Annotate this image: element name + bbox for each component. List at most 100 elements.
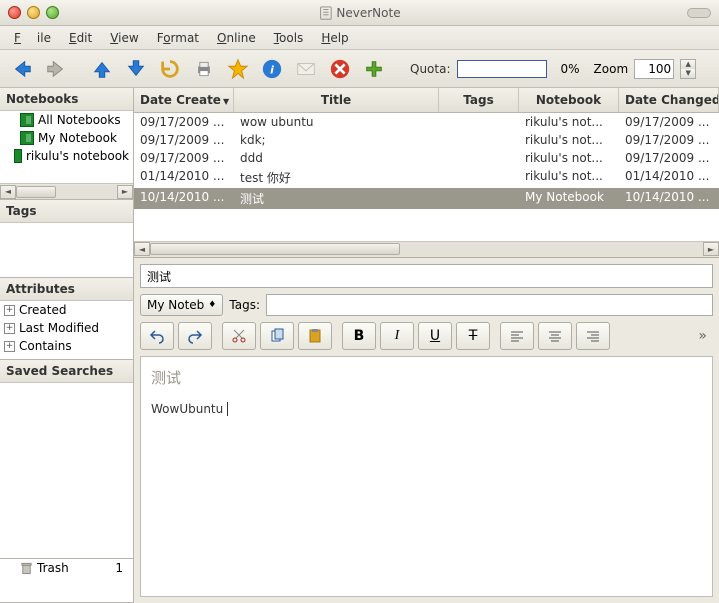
trash-body: Trash 1 [0,559,133,602]
add-button[interactable] [360,55,388,83]
tags-body [0,223,133,277]
copy-button[interactable] [260,322,294,350]
italic-button[interactable]: I [380,322,414,350]
col-date-created[interactable]: Date Create▼ [134,88,234,112]
menu-file[interactable]: File [6,28,59,48]
undo-button[interactable] [140,322,174,350]
sort-desc-icon: ▼ [223,97,229,106]
toolbar-overflow[interactable]: » [692,328,713,344]
bold-button[interactable]: B [342,322,376,350]
expand-icon[interactable]: + [4,305,15,316]
sync-button[interactable] [156,55,184,83]
redo-button[interactable] [178,322,212,350]
mail-button[interactable] [292,55,320,83]
align-center-button[interactable] [538,322,572,350]
tags-input[interactable] [266,294,713,316]
notebook-icon [20,131,34,145]
tree-item-my-notebook[interactable]: My Notebook [0,129,133,147]
editor-title-text: 测试 [151,367,702,388]
expand-icon[interactable]: + [4,323,15,334]
notebook-icon [14,149,22,163]
chevron-updown-icon: ♦ [208,300,216,310]
menu-help[interactable]: Help [313,28,356,48]
note-editor[interactable]: 测试 WowUbuntu [140,356,713,597]
svg-text:i: i [270,63,274,76]
info-button[interactable]: i [258,55,286,83]
window-title: NeverNote [318,6,400,20]
expand-icon[interactable]: + [4,341,15,352]
notes-table: Date Create▼ Title Tags Notebook Date Ch… [134,88,719,258]
tree-item-all-notebooks[interactable]: All Notebooks [0,111,133,129]
notebooks-header[interactable]: Notebooks [0,88,133,111]
quota-bar [457,60,547,78]
maximize-button[interactable] [46,6,59,19]
menu-edit[interactable]: Edit [61,28,100,48]
saved-searches-body [0,383,133,558]
main-toolbar: i Quota: 0% Zoom ▲▼ [0,50,719,88]
text-caret [223,402,228,416]
titlebar: NeverNote [0,0,719,26]
format-toolbar: B I U T » [140,322,713,350]
menu-format[interactable]: Format [149,28,207,48]
attributes-body: +Created +Last Modified +Contains [0,301,133,359]
app-icon [318,6,332,20]
up-button[interactable] [88,55,116,83]
forward-button[interactable] [42,55,70,83]
tags-header[interactable]: Tags [0,200,133,223]
attributes-header[interactable]: Attributes [0,278,133,301]
cut-button[interactable] [222,322,256,350]
down-button[interactable] [122,55,150,83]
minimize-button[interactable] [27,6,40,19]
zoom-label: Zoom [594,62,629,76]
notebooks-tree: All Notebooks My Notebook rikulu's noteb… [0,111,133,183]
saved-searches-header[interactable]: Saved Searches [0,360,133,383]
zoom-spinner[interactable]: ▲▼ [680,59,696,79]
paste-button[interactable] [298,322,332,350]
table-row[interactable]: 10/14/2010 ...测试My Notebook10/14/2010 ..… [134,188,719,209]
table-row[interactable]: 09/17/2009 ...kdk;rikulu's not...09/17/2… [134,131,719,149]
delete-button[interactable] [326,55,354,83]
col-date-changed[interactable]: Date Changed [619,88,719,112]
underline-button[interactable]: U [418,322,452,350]
menu-tools[interactable]: Tools [266,28,312,48]
favorite-button[interactable] [224,55,252,83]
table-row[interactable]: 09/17/2009 ...wow ubunturikulu's not...0… [134,113,719,131]
attr-contains[interactable]: +Contains [0,337,133,355]
col-title[interactable]: Title [234,88,439,112]
notebook-icon [20,113,34,127]
table-body: 09/17/2009 ...wow ubunturikulu's not...0… [134,113,719,241]
back-button[interactable] [8,55,36,83]
editor-body-text: WowUbuntu [151,402,223,416]
print-button[interactable] [190,55,218,83]
note-title-input[interactable] [140,264,713,288]
window-pill[interactable] [687,8,711,18]
menu-online[interactable]: Online [209,28,264,48]
window-controls [8,6,59,19]
align-right-button[interactable] [576,322,610,350]
menu-view[interactable]: View [102,28,146,48]
trash-icon [20,561,33,575]
trash-item[interactable]: Trash 1 [0,559,133,577]
content-area: Date Create▼ Title Tags Notebook Date Ch… [134,88,719,603]
table-scrollbar[interactable]: ◄► [134,241,719,257]
align-left-button[interactable] [500,322,534,350]
attr-created[interactable]: +Created [0,301,133,319]
quota-label: Quota: [410,62,451,76]
notebook-combo[interactable]: My Noteb♦ [140,294,223,316]
notebooks-scrollbar[interactable]: ◄► [0,183,133,199]
table-row[interactable]: 01/14/2010 ...test 你好rikulu's not...01/1… [134,167,719,188]
trash-count: 1 [115,561,129,575]
close-button[interactable] [8,6,21,19]
table-header: Date Create▼ Title Tags Notebook Date Ch… [134,88,719,113]
col-notebook[interactable]: Notebook [519,88,619,112]
editor-area: My Noteb♦ Tags: B I U T [134,258,719,603]
tags-label: Tags: [229,298,260,312]
zoom-input[interactable] [634,59,674,79]
attr-last-modified[interactable]: +Last Modified [0,319,133,337]
sidebar: Notebooks All Notebooks My Notebook riku… [0,88,134,603]
table-row[interactable]: 09/17/2009 ...dddrikulu's not...09/17/20… [134,149,719,167]
tree-item-rikulu[interactable]: rikulu's notebook [0,147,133,165]
menubar: File Edit View Format Online Tools Help [0,26,719,50]
col-tags[interactable]: Tags [439,88,519,112]
strikethrough-button[interactable]: T [456,322,490,350]
